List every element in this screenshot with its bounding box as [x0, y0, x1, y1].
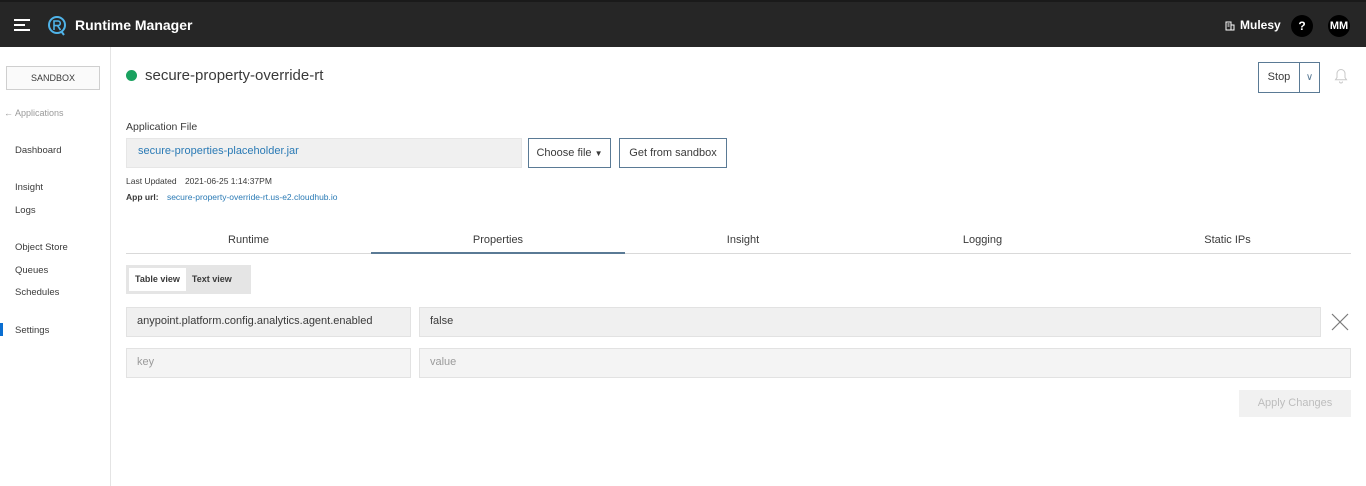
building-icon — [1225, 21, 1235, 30]
application-name: secure-property-override-rt — [145, 67, 324, 84]
app-title: Runtime Manager — [75, 17, 193, 33]
tab-insight[interactable]: Insight — [625, 226, 861, 254]
settings-tabs: Runtime Properties Insight Logging Stati… — [126, 226, 1351, 254]
last-updated-value: 2021-06-25 1:14:37PM — [184, 176, 272, 186]
arrow-left-icon: ← — [4, 108, 13, 118]
sidebar-item-dashboard[interactable]: Dashboard — [15, 145, 61, 156]
stop-button-group: Stop ∨ — [1258, 62, 1320, 93]
bell-icon[interactable] — [1334, 68, 1348, 84]
runtime-manager-logo-icon — [48, 16, 66, 36]
user-menu[interactable]: Mulesy — [1225, 18, 1281, 32]
tab-properties[interactable]: Properties — [371, 226, 625, 254]
new-value-input[interactable]: value — [419, 348, 1351, 378]
view-toggle: Table view Text view — [126, 265, 251, 294]
choose-file-label: Choose file — [536, 147, 592, 159]
back-link-label: Applications — [15, 108, 64, 118]
sidebar-item-schedules[interactable]: Schedules — [15, 287, 59, 298]
application-file-field[interactable]: secure-properties-placeholder.jar — [126, 138, 522, 168]
help-button[interactable]: ? — [1291, 15, 1313, 37]
menu-icon[interactable] — [14, 18, 30, 32]
close-icon[interactable] — [1330, 312, 1350, 332]
property-key-input[interactable]: anypoint.platform.config.analytics.agent… — [126, 307, 411, 337]
app-url-link[interactable]: secure-property-override-rt.us-e2.cloudh… — [167, 192, 338, 202]
avatar[interactable]: MM — [1328, 15, 1350, 37]
sidebar-item-settings[interactable]: Settings — [0, 323, 49, 336]
last-updated-key: Last Updated — [126, 176, 177, 186]
caret-down-icon: ▼ — [594, 149, 603, 158]
application-file-label: Application File — [126, 121, 198, 133]
new-key-input[interactable]: key — [126, 348, 411, 378]
apply-changes-button[interactable]: Apply Changes — [1239, 390, 1351, 417]
environment-selector[interactable]: SANDBOX — [6, 66, 100, 90]
chevron-down-icon[interactable]: ∨ — [1300, 63, 1319, 92]
table-view-button[interactable]: Table view — [129, 268, 186, 291]
tab-runtime[interactable]: Runtime — [126, 226, 371, 254]
app-url-row: App url: secure-property-override-rt.us-… — [126, 192, 338, 202]
tab-static-ips[interactable]: Static IPs — [1104, 226, 1351, 254]
sidebar-item-object-store[interactable]: Object Store — [15, 242, 68, 253]
user-name: Mulesy — [1240, 18, 1281, 32]
sidebar-item-logs[interactable]: Logs — [15, 205, 36, 216]
back-to-applications-link[interactable]: ← Applications — [4, 108, 64, 118]
status-indicator — [126, 70, 137, 81]
sidebar: SANDBOX ← Applications Dashboard Insight… — [0, 47, 111, 486]
top-bar: Runtime Manager Mulesy ? MM — [0, 0, 1366, 47]
stop-button[interactable]: Stop — [1259, 63, 1300, 92]
choose-file-button[interactable]: Choose file ▼ — [528, 138, 611, 168]
app-url-key: App url: — [126, 192, 159, 202]
sidebar-item-queues[interactable]: Queues — [15, 265, 48, 276]
text-view-button[interactable]: Text view — [186, 268, 238, 291]
get-from-sandbox-button[interactable]: Get from sandbox — [619, 138, 727, 168]
property-value-input[interactable]: false — [419, 307, 1321, 337]
tab-logging[interactable]: Logging — [861, 226, 1104, 254]
last-updated-row: Last Updated 2021-06-25 1:14:37PM — [126, 176, 272, 186]
sidebar-item-insight[interactable]: Insight — [15, 182, 43, 193]
